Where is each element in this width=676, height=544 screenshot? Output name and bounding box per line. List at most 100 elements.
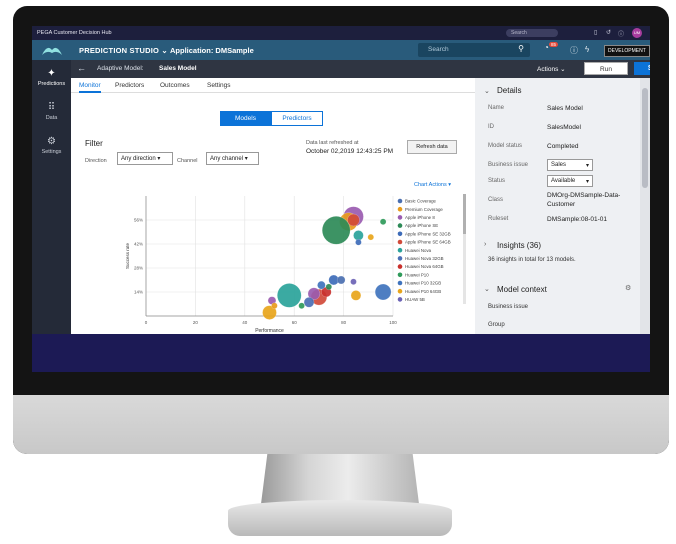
monitor-panel: Monitor Predictors Outcomes Settings Mod… bbox=[71, 78, 475, 334]
data-bubble[interactable] bbox=[325, 283, 332, 291]
save-button[interactable]: Save bbox=[634, 62, 650, 75]
search-input[interactable]: Search ⚲ bbox=[418, 43, 530, 57]
data-bubble[interactable] bbox=[303, 297, 315, 308]
details-title: Details bbox=[497, 86, 522, 95]
predictors-toggle[interactable]: Predictors bbox=[271, 111, 323, 126]
class-label: Class bbox=[488, 197, 504, 203]
channel-select[interactable]: Any channel ▾ bbox=[206, 152, 259, 165]
details-scrollbar[interactable] bbox=[640, 78, 650, 334]
undo-icon[interactable]: ↺ bbox=[606, 29, 611, 36]
gear-icon: ⚙ bbox=[47, 136, 56, 147]
insights-title: Insights (36) bbox=[497, 241, 542, 250]
tab-settings[interactable]: Settings bbox=[207, 82, 231, 89]
refresh-timestamp: October 02,2019 12:43:25 PM bbox=[306, 148, 394, 155]
os-top-bar: PEGA Customer Decision Hub Search ▯ ↺ ⓘ … bbox=[32, 26, 650, 40]
left-nav: ✦ Predictions ⠿ Data ⚙ Settings bbox=[32, 60, 71, 334]
grid-icon: ⠿ bbox=[47, 102, 56, 113]
legend-item[interactable]: Apple iPhone SE bbox=[405, 223, 438, 228]
legend-item[interactable]: Apple iPhone SE 64GB bbox=[405, 240, 451, 245]
legend-item[interactable]: Huawei P10 64GB bbox=[405, 289, 441, 294]
notifications-bell[interactable]: ◔ 85 bbox=[544, 42, 560, 57]
y-tick-label: 14% bbox=[134, 290, 143, 295]
actions-menu[interactable]: Actions ⌄ bbox=[537, 65, 566, 73]
status-select[interactable]: Available ▾ bbox=[547, 175, 593, 187]
x-tick-label: 100 bbox=[389, 320, 397, 325]
legend-item[interactable]: Basic Coverage bbox=[405, 199, 437, 204]
class-value-line2: Customer bbox=[547, 201, 576, 208]
pega-logo-icon[interactable] bbox=[32, 40, 71, 60]
model-name: Sales Model bbox=[159, 65, 197, 72]
legend-item[interactable]: Apple iPhone 8 bbox=[405, 215, 435, 220]
nav-item-data[interactable]: ⠿ Data bbox=[32, 102, 71, 121]
nav-item-predictions[interactable]: ✦ Predictions bbox=[32, 68, 71, 87]
x-tick-label: 80 bbox=[341, 320, 347, 325]
y-tick-label: 28% bbox=[134, 266, 143, 271]
chevron-down-icon[interactable]: ⌄ bbox=[484, 87, 490, 95]
legend-item[interactable]: Huawei Nova bbox=[405, 248, 432, 253]
scrollbar-thumb[interactable] bbox=[642, 88, 648, 188]
business-issue-label: Business issue bbox=[488, 162, 529, 168]
document-icon[interactable]: ▯ bbox=[594, 29, 597, 36]
x-tick-label: 60 bbox=[292, 320, 298, 325]
tab-predictors[interactable]: Predictors bbox=[115, 82, 144, 89]
y-tick-label: 56% bbox=[134, 218, 143, 223]
status-label: Status bbox=[488, 178, 506, 184]
help-icon[interactable]: ⓘ bbox=[618, 29, 624, 38]
data-bubble[interactable] bbox=[374, 283, 392, 301]
models-toggle[interactable]: Models bbox=[220, 111, 271, 126]
direction-select[interactable]: Any direction ▾ bbox=[117, 152, 173, 165]
back-arrow-icon[interactable]: ← bbox=[77, 63, 86, 73]
data-bubble[interactable] bbox=[321, 216, 351, 245]
legend-item[interactable]: Premium Coverage bbox=[405, 207, 443, 212]
x-tick-label: 20 bbox=[193, 320, 199, 325]
nav-item-settings[interactable]: ⚙ Settings bbox=[32, 136, 71, 155]
data-bubble[interactable] bbox=[353, 230, 364, 241]
data-bubble[interactable] bbox=[379, 218, 387, 225]
data-bubble[interactable] bbox=[298, 302, 305, 309]
direction-label: Direction bbox=[85, 158, 107, 164]
data-bubble[interactable] bbox=[355, 239, 362, 246]
os-search-input[interactable]: Search bbox=[506, 29, 558, 37]
data-bubble[interactable] bbox=[350, 278, 357, 285]
id-label: ID bbox=[488, 124, 494, 130]
data-bubble[interactable] bbox=[317, 280, 326, 290]
tab-outcomes[interactable]: Outcomes bbox=[160, 82, 190, 89]
ruleset-label: Ruleset bbox=[488, 216, 509, 222]
sparkle-icon: ✦ bbox=[47, 68, 56, 79]
chevron-down-icon[interactable]: ⌄ bbox=[484, 285, 490, 293]
legend-swatch bbox=[397, 264, 403, 269]
performance-scatter-chart[interactable]: 0 20 40 60 80 10014%28%42%56%PerformanceSucce… bbox=[91, 188, 471, 334]
data-bubble[interactable] bbox=[350, 290, 362, 301]
legend-swatch bbox=[397, 256, 403, 261]
gear-icon[interactable]: ⚙ bbox=[625, 284, 631, 292]
pulse-icon[interactable]: ϟ bbox=[585, 45, 589, 54]
data-bubble[interactable] bbox=[271, 302, 278, 309]
legend-swatch bbox=[397, 239, 403, 245]
legend-item[interactable]: Huawei P10 bbox=[405, 272, 429, 277]
legend-item[interactable]: Huawei Nova 64GB bbox=[405, 264, 444, 269]
data-bubble[interactable] bbox=[277, 283, 302, 308]
studio-switcher[interactable]: PREDICTION STUDIO ⌄ bbox=[79, 46, 168, 55]
id-value: SalesModel bbox=[547, 124, 581, 131]
legend-item[interactable]: Huawei P10 32GB bbox=[405, 281, 441, 286]
model-status-value: Completed bbox=[547, 143, 579, 150]
search-icon[interactable]: ⚲ bbox=[518, 44, 524, 53]
legend-item[interactable]: Apple iPhone SE 32GB bbox=[405, 231, 451, 236]
business-issue-select[interactable]: Sales ▾ bbox=[547, 159, 593, 171]
os-avatar[interactable]: UM bbox=[632, 28, 642, 38]
legend-swatch bbox=[397, 223, 403, 228]
chevron-right-icon[interactable]: › bbox=[484, 241, 486, 248]
run-button[interactable]: Run bbox=[584, 62, 628, 75]
tab-monitor[interactable]: Monitor bbox=[79, 82, 101, 93]
refresh-data-button[interactable]: Refresh data bbox=[407, 140, 457, 154]
data-bubble[interactable] bbox=[347, 213, 360, 227]
name-label: Name bbox=[488, 105, 505, 111]
legend-item[interactable]: Huawei Nova 32GB bbox=[405, 256, 444, 261]
class-value-line1: DMOrg-DMSample-Data- bbox=[547, 192, 621, 199]
legend-item[interactable]: HUAW 5B bbox=[405, 297, 425, 302]
data-bubble[interactable] bbox=[367, 233, 374, 241]
info-icon[interactable]: ⓘ bbox=[570, 45, 578, 56]
channel-label: Channel bbox=[177, 158, 198, 164]
data-bubble[interactable] bbox=[336, 275, 346, 285]
legend-scroll-thumb[interactable] bbox=[463, 194, 466, 234]
